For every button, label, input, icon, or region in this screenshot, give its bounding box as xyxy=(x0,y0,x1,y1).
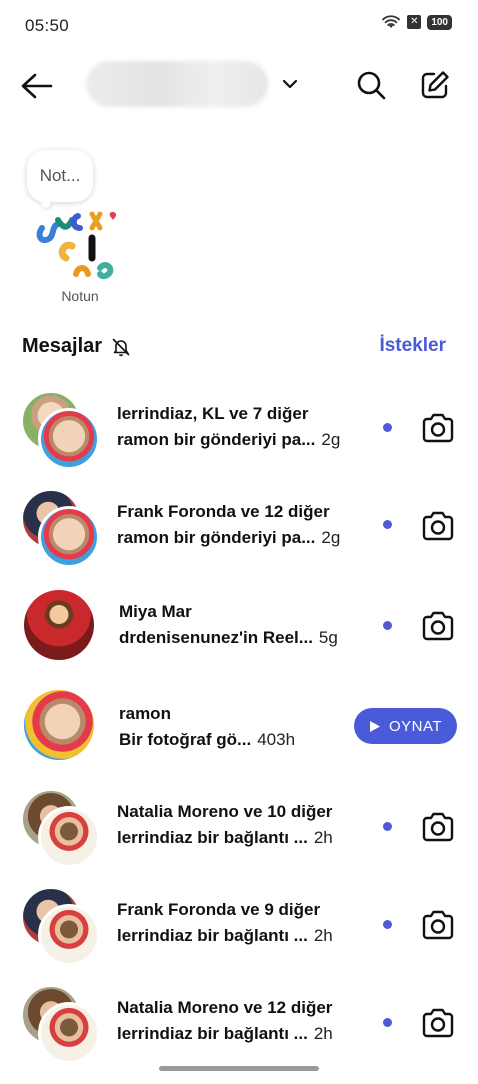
group-avatar xyxy=(20,984,100,1064)
avatar-front xyxy=(38,806,100,868)
thread-row[interactable]: Frank Foronda ve 9 diğer lerrindiaz bir … xyxy=(0,886,478,986)
bell-muted-icon xyxy=(112,338,130,357)
messages-title: Mesajlar xyxy=(22,335,103,357)
camera-icon[interactable] xyxy=(421,1007,455,1039)
group-avatar xyxy=(20,886,100,966)
thread-text: ramon Bir fotoğraf gö... 403h xyxy=(119,704,379,750)
top-bar xyxy=(0,55,478,117)
note-bubble[interactable]: Not... xyxy=(27,150,93,208)
thread-time: 5g xyxy=(318,628,338,647)
thread-row[interactable]: Frank Foronda ve 12 diğer ramon bir gönd… xyxy=(0,488,478,588)
avatar-front xyxy=(38,408,100,470)
battery-indicator: 100 xyxy=(427,14,452,30)
back-arrow-icon[interactable] xyxy=(20,71,54,101)
thread-time: 2h xyxy=(313,1024,333,1043)
thread-name: Frank Foronda ve 12 diğer xyxy=(117,502,330,521)
avatar-front xyxy=(38,904,100,966)
unread-dot xyxy=(383,423,392,432)
unread-dot xyxy=(383,621,392,630)
thread-time: 2h xyxy=(313,828,333,847)
thread-preview: lerrindiaz bir bağlantı ... xyxy=(117,926,308,945)
play-button[interactable]: OYNAT xyxy=(354,708,457,744)
camera-icon[interactable] xyxy=(421,412,455,444)
account-switcher-redacted[interactable] xyxy=(86,61,268,107)
unread-dot xyxy=(383,520,392,529)
thread-time: 2h xyxy=(313,926,333,945)
status-time: 05:50 xyxy=(25,16,70,35)
search-icon[interactable] xyxy=(355,69,387,101)
thread-preview: Bir fotoğraf gö... xyxy=(119,730,252,749)
camera-icon[interactable] xyxy=(421,510,455,542)
thread-row[interactable]: Natalia Moreno ve 10 diğer lerrindiaz bi… xyxy=(0,788,478,888)
status-icons: ✕ 100 xyxy=(381,14,452,30)
note-label: Notun xyxy=(61,288,99,304)
thread-name: Frank Foronda ve 9 diğer xyxy=(117,900,321,919)
thread-name: Miya Mar xyxy=(119,602,192,621)
chevron-down-icon[interactable] xyxy=(281,77,299,91)
thread-row[interactable]: Miya Mar drdenisenunez'in Reel... 5g xyxy=(0,590,478,690)
messages-header: Mesajlar İstekler xyxy=(22,333,452,363)
avatar-front xyxy=(38,1002,100,1064)
thread-preview: lerrindiaz bir bağlantı ... xyxy=(117,1024,308,1043)
no-sim-icon: ✕ xyxy=(407,15,422,29)
unread-dot xyxy=(383,920,392,929)
camera-icon[interactable] xyxy=(421,811,455,843)
thread-text: Miya Mar drdenisenunez'in Reel... 5g xyxy=(119,602,379,648)
thread-text: Frank Foronda ve 12 diğer ramon bir gönd… xyxy=(117,502,377,548)
thread-preview: ramon bir gönderiyi pa... xyxy=(117,528,316,547)
wifi-icon xyxy=(382,15,401,28)
home-indicator[interactable] xyxy=(159,1066,319,1071)
avatar-image xyxy=(24,590,94,660)
camera-icon[interactable] xyxy=(421,909,455,941)
requests-link[interactable]: İstekler xyxy=(379,335,446,357)
thread-row[interactable]: lerrindiaz, KL ve 7 diğer ramon bir gönd… xyxy=(0,390,478,490)
avatar xyxy=(20,590,98,668)
thread-name: Natalia Moreno ve 10 diğer xyxy=(117,802,333,821)
thread-text: Natalia Moreno ve 12 diğer lerrindiaz bi… xyxy=(117,998,377,1044)
thread-text: lerrindiaz, KL ve 7 diğer ramon bir gönd… xyxy=(117,404,377,450)
thread-time: 403h xyxy=(257,730,296,749)
thread-name: Natalia Moreno ve 12 diğer xyxy=(117,998,333,1017)
group-avatar xyxy=(20,390,100,470)
thread-name: ramon xyxy=(119,704,171,723)
thread-row[interactable]: ramon Bir fotoğraf gö... 403h OYNAT xyxy=(0,690,478,790)
avatar xyxy=(20,690,98,768)
thread-preview: drdenisenunez'in Reel... xyxy=(119,628,313,647)
play-label: OYNAT xyxy=(388,717,443,735)
group-avatar xyxy=(20,788,100,868)
play-icon xyxy=(369,720,380,732)
compose-icon[interactable] xyxy=(419,69,451,101)
group-avatar xyxy=(20,488,100,568)
status-bar: 05:50 ✕ 100 xyxy=(0,0,478,50)
thread-text: Frank Foronda ve 9 diğer lerrindiaz bir … xyxy=(117,900,377,946)
avatar-image xyxy=(24,690,94,760)
thread-preview: ramon bir gönderiyi pa... xyxy=(117,430,316,449)
unread-dot xyxy=(383,822,392,831)
thread-preview: lerrindiaz bir bağlantı ... xyxy=(117,828,308,847)
my-note[interactable]: Not... Notun xyxy=(24,150,124,310)
camera-icon[interactable] xyxy=(421,610,455,642)
thread-name: lerrindiaz, KL ve 7 diğer xyxy=(117,404,309,423)
avatar-front xyxy=(38,506,100,568)
thread-time: 2g xyxy=(321,430,341,449)
unread-dot xyxy=(383,1018,392,1027)
thread-text: Natalia Moreno ve 10 diğer lerrindiaz bi… xyxy=(117,802,377,848)
thread-time: 2g xyxy=(321,528,341,547)
